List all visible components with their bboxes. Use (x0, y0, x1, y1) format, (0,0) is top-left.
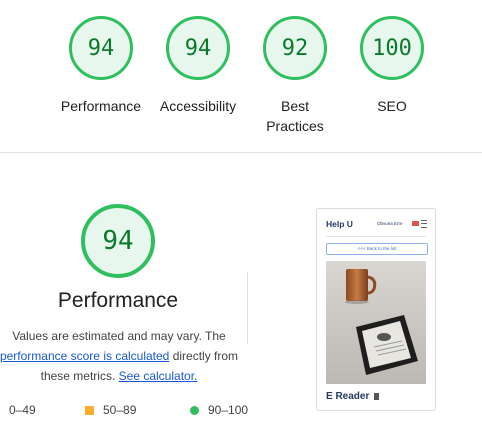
performance-score: 94 (102, 226, 134, 256)
pass-circle-icon (190, 406, 199, 415)
page-screenshot-preview[interactable]: Help U Obvuna Erre <<< Back to the list (316, 208, 436, 411)
gauge-score: 92 (281, 35, 309, 61)
average-square-icon (85, 406, 94, 415)
description-text: Values are estimated and may vary. The (12, 329, 226, 343)
gauge-ring: 94 (166, 16, 230, 80)
gauge-seo[interactable]: 100 SEO (344, 16, 440, 116)
gauge-best-practices[interactable]: 92 Best Practices (247, 16, 343, 136)
legend-pass: 90–100 (190, 403, 248, 417)
see-calculator-link[interactable]: See calculator. (119, 369, 198, 383)
gauge-label: SEO (377, 98, 407, 114)
gauge-accessibility[interactable]: 94 Accessibility (150, 16, 246, 116)
preview-site-title: Help U (326, 219, 353, 229)
gauge-label: Accessibility (159, 98, 237, 114)
performance-description: Values are estimated and may vary. The p… (0, 326, 250, 386)
performance-gauge: 94 (81, 204, 155, 278)
legend-range: 0–49 (9, 403, 36, 417)
gauge-ring: 100 (360, 16, 424, 80)
legend-fail: 0–49 (0, 403, 36, 417)
gauge-score: 100 (372, 35, 412, 61)
legend-range: 90–100 (208, 403, 249, 417)
product-photo (326, 261, 426, 384)
ereader-photo-image (326, 261, 426, 384)
score-calculated-link[interactable]: performance score is calculated (0, 349, 169, 363)
legend-average: 50–89 (85, 403, 136, 417)
gauge-performance[interactable]: 94 Performance (53, 16, 149, 116)
flag-icon (412, 221, 419, 226)
gauge-ring: 94 (69, 16, 133, 80)
gauge-score: 94 (184, 35, 212, 61)
menu-icon (421, 220, 427, 228)
gauge-score: 94 (87, 35, 115, 61)
bookmark-icon (374, 393, 379, 400)
gauge-label: Best Practices (266, 98, 324, 134)
score-summary: 94 Performance 94 Accessibility 92 Best … (0, 0, 482, 152)
section-divider (0, 152, 482, 153)
preview-back-button: <<< Back to the list (326, 243, 428, 255)
gauge-label: Performance (60, 98, 142, 114)
vertical-divider (247, 272, 248, 344)
legend-range: 50–89 (103, 403, 137, 417)
preview-language: Obvuna Erre (377, 221, 403, 226)
gauge-ring: 92 (263, 16, 327, 80)
performance-title: Performance (57, 289, 179, 312)
preview-divider (326, 236, 426, 237)
preview-caption: E Reader (326, 391, 370, 402)
